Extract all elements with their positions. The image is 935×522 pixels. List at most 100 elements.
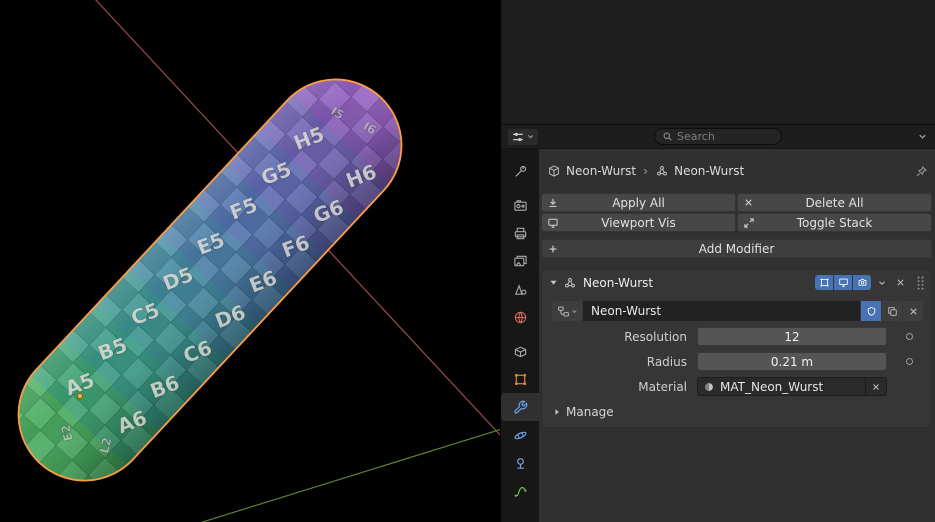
properties-tab-view-layer[interactable]: [501, 247, 539, 275]
search-input[interactable]: [677, 130, 774, 143]
delete-all-label: Delete All: [805, 196, 863, 210]
header-menu-chevron[interactable]: [917, 131, 928, 142]
properties-main-region: Neon-Wurst Neon-Wurst: [539, 149, 935, 522]
material-value-area[interactable]: MAT_Neon_Wurst: [698, 380, 865, 394]
properties-tab-output[interactable]: [501, 219, 539, 247]
material-icon: [703, 381, 715, 393]
modifier-toolbar: Apply All Delete All Viewp: [541, 193, 932, 232]
chevron-down-icon: [571, 308, 578, 315]
properties-tab-physics[interactable]: [501, 421, 539, 449]
animate-dot[interactable]: [906, 333, 913, 340]
radius-dot-area: [887, 358, 931, 365]
add-modifier-button[interactable]: Add Modifier: [541, 239, 932, 258]
3d-viewport[interactable]: A5 B5 C5 D5 E5 F5 G5 H5 A6 B6 C6 D6 E6 F…: [0, 0, 500, 522]
viewport-display-toggle[interactable]: [834, 275, 852, 290]
properties-editor: Neon-Wurst Neon-Wurst: [501, 125, 935, 522]
selected-object-neon-wurst[interactable]: A5 B5 C5 D5 E5 F5 G5 H5 A6 B6 C6 D6 E6 F…: [0, 52, 429, 508]
viewport-vis-button[interactable]: Viewport Vis: [541, 213, 736, 232]
chevron-right-icon: [641, 167, 650, 176]
modifier-extras-menu[interactable]: [875, 278, 889, 288]
pin-icon[interactable]: [915, 165, 928, 178]
viewport-vis-label: Viewport Vis: [601, 216, 675, 230]
editor-type-selector[interactable]: [508, 129, 538, 145]
x-icon: [895, 277, 906, 288]
camera-icon: [857, 277, 868, 288]
properties-tab-scene[interactable]: [501, 275, 539, 303]
x-icon: [908, 306, 919, 317]
properties-editor-icon: [511, 130, 525, 144]
chevron-down-icon: [877, 278, 887, 288]
monitor-icon: [838, 277, 849, 288]
modifier-panel-header[interactable]: Neon-Wurst: [542, 270, 931, 295]
properties-header: [501, 125, 935, 149]
panel-expand-chevron-icon[interactable]: [548, 277, 559, 288]
chevron-down-icon: [917, 131, 928, 142]
geometry-nodes-icon: [655, 164, 669, 178]
properties-tab-strip: [501, 149, 539, 522]
render-display-toggle[interactable]: [853, 275, 871, 290]
add-modifier-label: Add Modifier: [699, 242, 775, 256]
properties-tab-tool[interactable]: [501, 157, 539, 185]
resolution-row: Resolution 12: [542, 327, 931, 346]
delete-all-button[interactable]: Delete All: [737, 193, 932, 212]
toggle-stack-button[interactable]: Toggle Stack: [737, 213, 932, 232]
properties-tab-collection[interactable]: [501, 337, 539, 365]
material-selector[interactable]: MAT_Neon_Wurst: [697, 377, 887, 396]
breadcrumb: Neon-Wurst Neon-Wurst: [547, 159, 928, 183]
edit-mode-icon: [819, 277, 830, 288]
properties-tab-modifiers[interactable]: [501, 393, 539, 421]
empty-editor-area: [501, 0, 935, 125]
expand-arrows-icon: [743, 217, 755, 229]
radius-value: 0.21 m: [771, 355, 813, 369]
radius-value-slider[interactable]: 0.21 m: [697, 352, 887, 371]
object-origin-dot: [77, 393, 82, 398]
material-name: MAT_Neon_Wurst: [720, 380, 823, 394]
copy-icon: [887, 306, 898, 317]
manage-subpanel-header[interactable]: Manage: [552, 405, 931, 419]
duplicate-node-group-button[interactable]: [882, 301, 902, 321]
fake-user-toggle[interactable]: [861, 301, 881, 321]
browse-node-group-button[interactable]: [552, 301, 582, 321]
modifier-name[interactable]: Neon-Wurst: [583, 276, 653, 290]
material-row: Material MAT_Neon_Wurst: [542, 377, 931, 396]
modifier-panel: Neon-Wurst: [541, 269, 932, 428]
apply-all-button[interactable]: Apply All: [541, 193, 736, 212]
y-axis-line: [196, 429, 500, 522]
modifier-display-toggles: [815, 275, 871, 290]
resolution-value-slider[interactable]: 12: [697, 327, 887, 346]
search-icon: [662, 131, 673, 142]
x-icon: [743, 197, 754, 208]
breadcrumb-modifier-name[interactable]: Neon-Wurst: [674, 164, 744, 178]
drag-handle[interactable]: [916, 275, 925, 291]
apply-all-icon: [547, 197, 559, 209]
properties-tab-constraints[interactable]: [501, 449, 539, 477]
resolution-dot-area: [887, 333, 931, 340]
plus-icon: [547, 243, 559, 255]
drag-dots-icon: [916, 275, 925, 291]
properties-tab-object-data[interactable]: [501, 477, 539, 505]
breadcrumb-object-name[interactable]: Neon-Wurst: [566, 164, 636, 178]
node-tree-icon: [557, 305, 570, 318]
edit-mode-toggle[interactable]: [815, 275, 833, 290]
resolution-value: 12: [784, 330, 799, 344]
properties-tab-world[interactable]: [501, 303, 539, 331]
right-editor-column: Neon-Wurst Neon-Wurst: [500, 0, 935, 522]
object-icon: [547, 164, 561, 178]
resolution-label: Resolution: [552, 330, 697, 344]
x-icon: [871, 382, 881, 392]
monitor-icon: [547, 217, 559, 229]
animate-dot[interactable]: [906, 358, 913, 365]
manage-label: Manage: [566, 405, 614, 419]
properties-tab-object[interactable]: [501, 365, 539, 393]
node-group-name-field[interactable]: [583, 301, 860, 321]
unlink-material-button[interactable]: [865, 378, 886, 395]
shield-icon: [866, 306, 877, 317]
unlink-node-group-button[interactable]: [903, 301, 923, 321]
material-label: Material: [552, 380, 697, 394]
properties-tab-render[interactable]: [501, 191, 539, 219]
search-field[interactable]: [654, 128, 782, 145]
remove-modifier-button[interactable]: [893, 277, 908, 288]
blender-window: A5 B5 C5 D5 E5 F5 G5 H5 A6 B6 C6 D6 E6 F…: [0, 0, 935, 522]
radius-row: Radius 0.21 m: [542, 352, 931, 371]
properties-body: Neon-Wurst Neon-Wurst: [501, 149, 935, 522]
